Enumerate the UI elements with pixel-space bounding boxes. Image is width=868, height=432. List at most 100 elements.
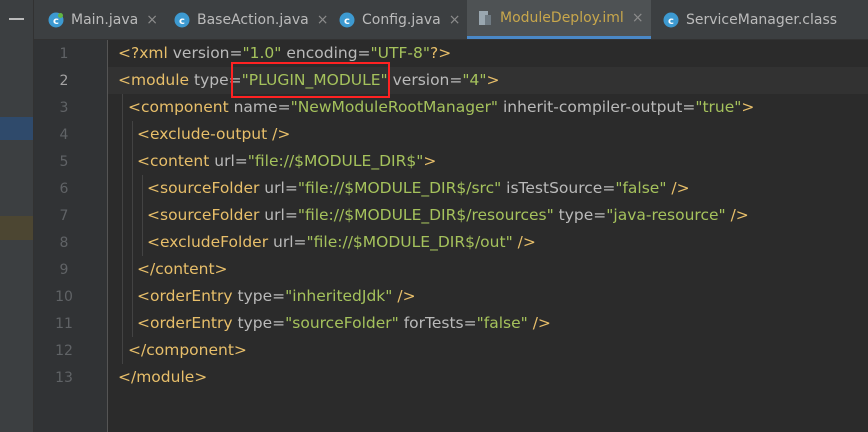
line-number: 6 [59,181,69,197]
tab-servicemanager-class[interactable]: c ServiceManager.class [653,0,868,39]
tab-main-java[interactable]: c Main.java × [38,0,163,39]
svg-text:c: c [668,16,674,27]
xml-tag: > [741,98,755,116]
tab-label: Config.java [362,11,441,28]
xml-value: "UTF-8" [370,44,430,62]
xml-tag: <sourceFolder [147,179,265,197]
xml-value: "true" [695,98,742,116]
xml-attribute: encoding [281,44,358,62]
project-tree-highlight[interactable] [0,216,34,240]
xml-equals: = [293,233,307,251]
line-number: 12 [55,343,73,359]
indent-guide [132,121,133,337]
code-line-10: <orderEntry type="inheritedJdk" /> [137,283,416,310]
close-icon[interactable]: × [632,10,644,26]
annotation-highlight-box [231,62,390,98]
xml-attribute: isTestSource [501,179,603,197]
xml-equals: = [234,152,248,170]
code-line-6: <sourceFolder url="file://$MODULE_DIR$/s… [147,175,690,202]
line-number: 5 [59,154,69,170]
xml-equals: = [272,314,286,332]
close-icon[interactable]: × [449,12,461,28]
java-class-icon: c [174,12,190,27]
tab-label: BaseAction.java [197,11,309,28]
xml-tag: /> [725,206,749,224]
line-number: 9 [59,262,69,278]
xml-equals: = [463,314,477,332]
java-class-icon: c [663,12,679,27]
xml-tag: ?> [430,44,452,62]
xml-value: "file://$MODULE_DIR$/src" [297,179,502,197]
xml-value: "false" [615,179,667,197]
code-line-7: <sourceFolder url="file://$MODULE_DIR$/r… [147,202,749,229]
xml-attribute: version [387,71,450,89]
xml-attribute: url [264,206,285,224]
xml-attribute: name [233,98,278,116]
code-line-9: </content> [137,260,228,278]
xml-equals: = [682,98,696,116]
xml-equals: = [602,179,616,197]
xml-value: "1.0" [242,44,282,62]
xml-attribute: url [264,179,285,197]
code-line-11: <orderEntry type="sourceFolder" forTests… [137,310,551,337]
xml-equals: = [284,206,298,224]
tab-config-java[interactable]: c Config.java × [329,0,464,39]
close-icon[interactable]: × [317,12,329,28]
collapse-icon[interactable] [9,18,24,20]
line-number: 7 [59,208,69,224]
xml-value: "sourceFolder" [285,314,399,332]
xml-value: "inheritedJdk" [285,287,393,305]
svg-text:c: c [53,16,59,27]
xml-attribute: forTests [398,314,464,332]
xml-equals: = [593,206,607,224]
xml-tag: <?xml [118,44,173,62]
line-number: 3 [59,100,69,116]
xml-equals: = [449,71,463,89]
java-class-icon: c [48,12,64,27]
xml-attribute: type [237,314,273,332]
xml-attribute: type [237,287,273,305]
xml-tag: <module [118,71,195,89]
xml-value: "file://$MODULE_DIR$" [247,152,424,170]
line-number: 10 [55,289,73,305]
xml-tag: /> [527,314,551,332]
close-icon[interactable]: × [146,12,158,28]
code-line-12: </component> [128,341,247,359]
line-number: 8 [59,235,69,251]
line-number: 4 [59,127,69,143]
tab-baseaction-java[interactable]: c BaseAction.java × [164,0,329,39]
module-file-icon [479,11,491,25]
xml-tag: <orderEntry [137,314,238,332]
tab-label: ModuleDeploy.iml [500,10,624,26]
svg-text:c: c [344,16,350,27]
code-line-5: <content url="file://$MODULE_DIR$"> [137,148,436,175]
xml-attribute: version [172,44,230,62]
svg-text:c: c [179,16,185,27]
xml-equals: = [229,44,243,62]
indent-guide [122,94,123,364]
xml-value: "file://$MODULE_DIR$/resources" [297,206,554,224]
line-number: 11 [55,316,73,332]
tab-label: Main.java [71,11,139,28]
gutter-divider [107,40,108,432]
xml-tag: > [423,152,437,170]
xml-attribute: url [214,152,235,170]
java-class-icon: c [339,12,355,27]
xml-equals: = [277,98,291,116]
editor-tab-bar: c Main.java × c BaseAction.java × c Conf… [34,0,868,40]
xml-equals: = [284,179,298,197]
xml-tag: > [486,71,500,89]
line-number: 13 [55,370,73,386]
tab-moduledeploy-iml[interactable]: ModuleDeploy.iml × [467,0,651,39]
tab-label: ServiceManager.class [686,11,838,28]
xml-equals: = [357,44,371,62]
xml-tag: /> [512,233,536,251]
xml-value: "NewModuleRootManager" [290,98,499,116]
project-tree-selection[interactable] [0,117,34,140]
indent-guide [142,175,143,256]
xml-tag: <component [128,98,234,116]
line-number: 1 [59,46,69,62]
code-line-8: <excludeFolder url="file://$MODULE_DIR$/… [147,229,536,256]
xml-tag: <orderEntry [137,287,238,305]
xml-attribute: url [273,233,294,251]
